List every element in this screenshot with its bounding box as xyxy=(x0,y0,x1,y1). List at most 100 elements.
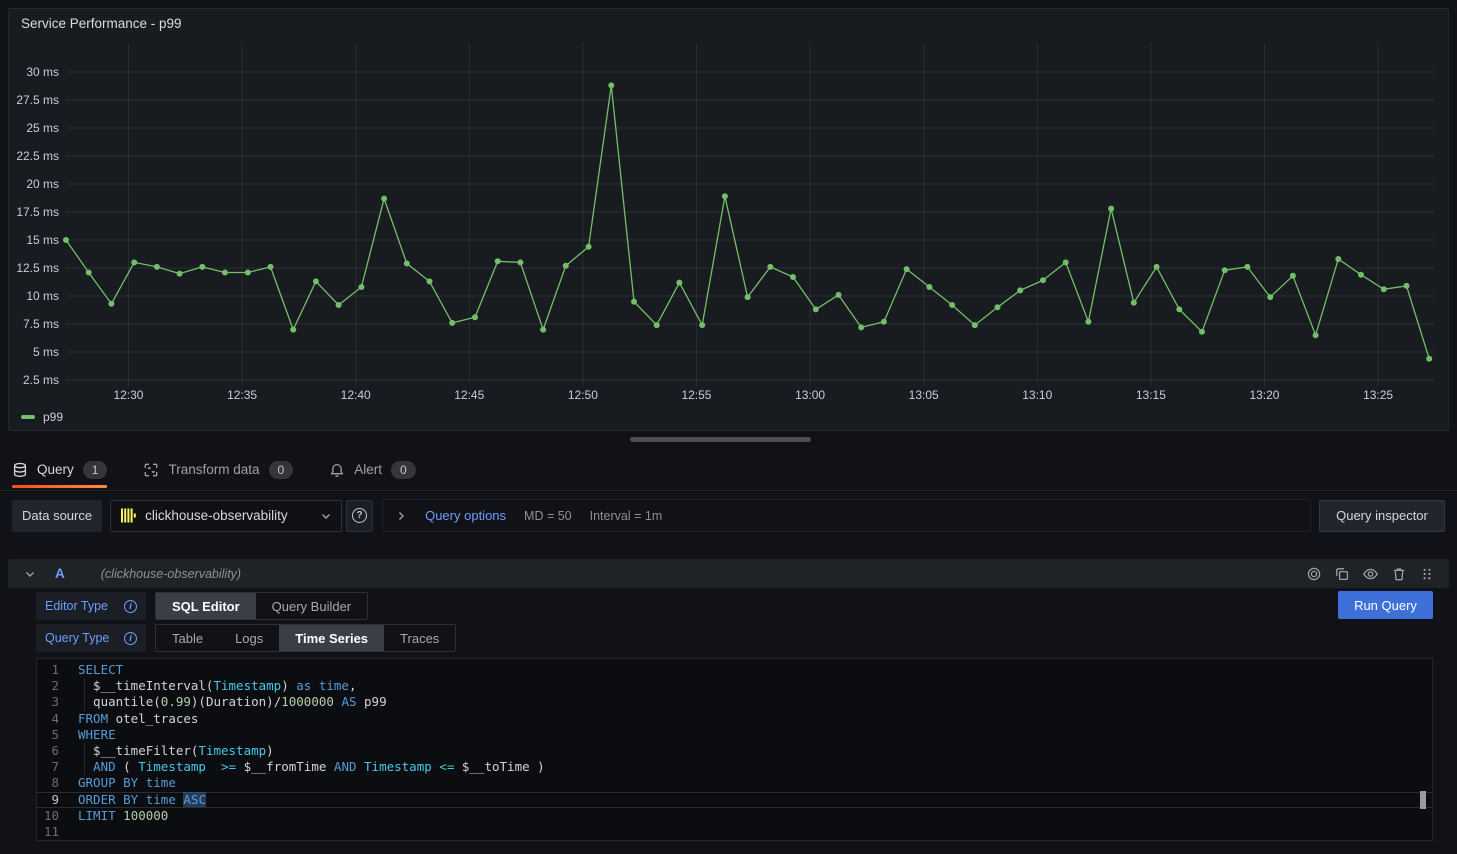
x-tick-label: 12:45 xyxy=(454,388,484,402)
run-query-button[interactable]: Run Query xyxy=(1338,591,1433,619)
code-text: LIMIT 100000 xyxy=(78,808,168,824)
data-point xyxy=(1267,294,1273,300)
tab-transform-count: 0 xyxy=(269,461,294,479)
indent-guide xyxy=(84,694,85,710)
tab-query-count: 1 xyxy=(83,461,108,479)
sql-code-editor[interactable]: 1SELECT2 $__timeInterval(Timestamp) as t… xyxy=(36,658,1433,841)
query-type-label: Query Type i xyxy=(36,624,146,652)
code-text: $__timeInterval(Timestamp) as time, xyxy=(78,678,357,694)
data-point xyxy=(108,301,114,307)
data-point xyxy=(995,304,1001,310)
data-point xyxy=(836,292,842,298)
code-text: SELECT xyxy=(78,662,123,678)
data-point xyxy=(495,258,501,264)
data-point xyxy=(1404,283,1410,289)
collapse-chevron-icon[interactable] xyxy=(24,568,36,580)
datasource-picker[interactable]: clickhouse-observability xyxy=(110,500,342,532)
data-point xyxy=(199,264,205,270)
info-circle-icon[interactable]: i xyxy=(124,632,137,645)
question-circle-icon: ? xyxy=(352,508,367,523)
x-tick-label: 12:50 xyxy=(568,388,598,402)
tab-query[interactable]: Query 1 xyxy=(12,449,107,490)
x-tick-label: 13:25 xyxy=(1363,388,1393,402)
line-number: 8 xyxy=(37,775,59,791)
x-tick-label: 13:15 xyxy=(1136,388,1166,402)
code-line: 5WHERE xyxy=(37,727,1432,743)
chevron-right-icon[interactable] xyxy=(395,510,407,522)
disable-icon[interactable] xyxy=(1306,566,1322,582)
timeseries-chart[interactable]: 30 ms27.5 ms25 ms22.5 ms20 ms17.5 ms15 m… xyxy=(9,39,1448,411)
line-number: 7 xyxy=(37,759,59,775)
y-tick-label: 15 ms xyxy=(26,233,59,247)
tab-transform-label: Transform data xyxy=(168,462,259,477)
x-tick-label: 13:05 xyxy=(909,388,939,402)
data-point xyxy=(790,274,796,280)
clickhouse-logo-icon xyxy=(120,507,137,524)
chevron-down-icon xyxy=(320,510,332,522)
x-tick-label: 13:00 xyxy=(795,388,825,402)
timeseries-panel: Service Performance - p99 30 ms27.5 ms25… xyxy=(8,8,1449,431)
line-number: 11 xyxy=(37,824,59,840)
indent-guide xyxy=(84,759,85,775)
segment-sql-editor[interactable]: SQL Editor xyxy=(156,593,256,619)
code-line: 9ORDER BY time ASC xyxy=(37,792,1432,808)
drag-handle-icon[interactable] xyxy=(1419,566,1435,582)
data-point xyxy=(313,278,319,284)
y-tick-label: 22.5 ms xyxy=(16,149,59,163)
data-point xyxy=(745,294,751,300)
panel-edit-tabs: Query 1 Transform data 0 Alert 0 xyxy=(12,449,416,490)
code-lines: 1SELECT2 $__timeInterval(Timestamp) as t… xyxy=(37,662,1432,840)
query-options-toggle[interactable]: Query options xyxy=(425,508,506,523)
data-point xyxy=(881,319,887,325)
data-point xyxy=(517,259,523,265)
data-point xyxy=(290,327,296,333)
duplicate-icon[interactable] xyxy=(1334,566,1350,582)
line-number: 6 xyxy=(37,743,59,759)
legend-series-swatch xyxy=(21,415,35,419)
y-tick-label: 27.5 ms xyxy=(16,93,59,107)
data-point xyxy=(540,327,546,333)
panel-title: Service Performance - p99 xyxy=(21,16,182,31)
query-ref-id[interactable]: A xyxy=(55,566,65,581)
data-point xyxy=(1313,332,1319,338)
tab-transform-data[interactable]: Transform data 0 xyxy=(143,449,293,490)
tab-query-label: Query xyxy=(37,462,74,477)
data-point xyxy=(427,278,433,284)
data-point xyxy=(631,299,637,305)
segment-logs[interactable]: Logs xyxy=(219,625,279,651)
data-point xyxy=(1040,277,1046,283)
tab-alert[interactable]: Alert 0 xyxy=(329,449,415,490)
database-icon xyxy=(12,462,28,478)
delete-icon[interactable] xyxy=(1391,566,1407,582)
code-text: FROM otel_traces xyxy=(78,711,198,727)
y-tick-label: 17.5 ms xyxy=(16,205,59,219)
segment-time-series[interactable]: Time Series xyxy=(279,625,384,651)
data-point xyxy=(404,261,410,267)
info-circle-icon[interactable]: i xyxy=(124,600,137,613)
data-point xyxy=(1222,267,1228,273)
code-line: 2 $__timeInterval(Timestamp) as time, xyxy=(37,678,1432,694)
data-point xyxy=(1063,259,1069,265)
code-line: 3 quantile(0.99)(Duration)/1000000 AS p9… xyxy=(37,694,1432,710)
tab-alert-label: Alert xyxy=(354,462,382,477)
segment-table[interactable]: Table xyxy=(156,625,219,651)
datasource-help-button[interactable]: ? xyxy=(346,500,373,532)
segment-query-builder[interactable]: Query Builder xyxy=(256,593,367,619)
segment-traces[interactable]: Traces xyxy=(384,625,455,651)
code-text: AND ( Timestamp >= $__fromTime AND Times… xyxy=(78,759,545,775)
hide-response-icon[interactable] xyxy=(1362,566,1379,582)
editor-type-segmented: SQL Editor Query Builder xyxy=(155,592,368,620)
data-point xyxy=(586,244,592,250)
horizontal-scrollbar-thumb[interactable] xyxy=(630,437,811,442)
legend-series-label[interactable]: p99 xyxy=(43,410,63,424)
query-row-toolbar xyxy=(1306,566,1435,582)
line-number: 10 xyxy=(37,808,59,824)
data-point xyxy=(926,284,932,290)
editor-type-label: Editor Type i xyxy=(36,592,146,620)
query-row-header[interactable]: A (clickhouse-observability) xyxy=(8,559,1449,588)
code-line: 6 $__timeFilter(Timestamp) xyxy=(37,743,1432,759)
query-inspector-button[interactable]: Query inspector xyxy=(1319,500,1445,532)
y-tick-label: 12.5 ms xyxy=(16,261,59,275)
data-point xyxy=(1426,356,1432,362)
code-text: $__timeFilter(Timestamp) xyxy=(78,743,274,759)
